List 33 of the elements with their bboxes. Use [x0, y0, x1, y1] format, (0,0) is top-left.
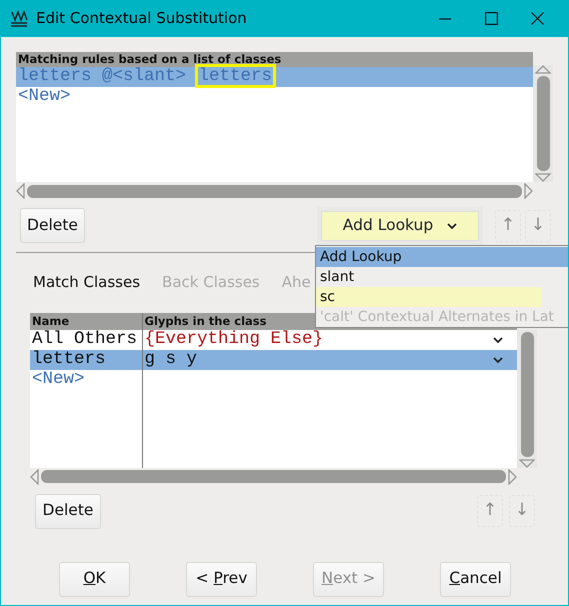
- close-icon[interactable]: [530, 12, 544, 25]
- maximize-icon[interactable]: [484, 12, 498, 25]
- delete-button[interactable]: Delete: [35, 494, 101, 528]
- glyphs-cell[interactable]: g s y: [142, 350, 517, 370]
- dialog-button[interactable]: OK: [59, 562, 130, 596]
- chevron-down-icon[interactable]: [493, 336, 503, 342]
- scroll-down-icon[interactable]: [519, 458, 535, 468]
- scroll-left-icon[interactable]: [16, 183, 25, 199]
- window-title: Edit Contextual Substitution: [36, 8, 248, 30]
- scroll-left-icon[interactable]: [30, 468, 39, 484]
- chevron-down-icon[interactable]: [493, 356, 503, 362]
- menu-item[interactable]: slant: [316, 267, 568, 287]
- column-header: Name: [30, 312, 142, 330]
- glyphs-cell[interactable]: {Everything Else}: [142, 330, 517, 350]
- tab[interactable]: Match Classes: [33, 271, 140, 294]
- list-header: Matching rules based on a list of classes: [16, 52, 533, 67]
- delete-button[interactable]: Delete: [20, 208, 85, 243]
- scroll-right-icon[interactable]: [508, 468, 517, 484]
- dialog-button[interactable]: Cancel: [440, 562, 511, 596]
- scroll-up-icon[interactable]: [535, 65, 551, 74]
- rule-row[interactable]: <New>: [16, 87, 533, 107]
- class-name-cell[interactable]: <New>: [30, 370, 142, 390]
- menu-item[interactable]: Add Lookup: [316, 247, 568, 267]
- scroll-down-icon[interactable]: [535, 173, 551, 182]
- rules-list[interactable]: Matching rules based on a list of classes letters @<slant> letters <New>: [16, 52, 533, 182]
- dialog-button[interactable]: < Prev: [186, 562, 257, 596]
- vertical-scrollbar[interactable]: [517, 330, 537, 468]
- menu-item[interactable]: sc: [316, 287, 542, 307]
- chevron-down-icon: [447, 222, 458, 228]
- scroll-right-icon[interactable]: [524, 183, 533, 199]
- app-icon: [10, 10, 28, 28]
- vertical-scrollbar[interactable]: [533, 65, 553, 182]
- class-name-cell[interactable]: letters: [30, 350, 142, 370]
